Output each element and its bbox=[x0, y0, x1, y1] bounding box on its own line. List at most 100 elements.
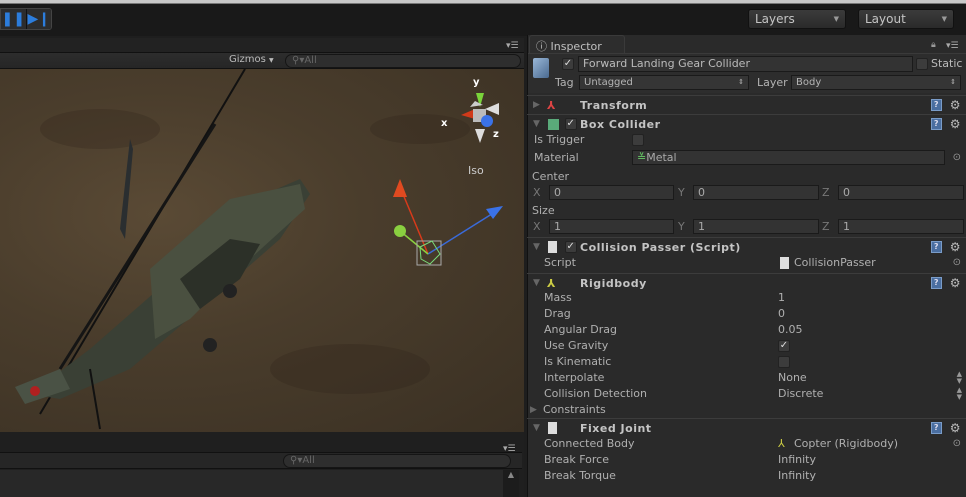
center-vector: X0 Y0 Z0 bbox=[527, 185, 966, 201]
z-label: Z bbox=[822, 186, 830, 199]
layer-dropdown[interactable]: Body ⇕ bbox=[791, 75, 961, 90]
static-label: Static bbox=[931, 57, 963, 70]
layout-label: Layout bbox=[865, 12, 906, 26]
tab-inspector[interactable]: ⓘ Inspector bbox=[529, 35, 625, 53]
collision-detection-dropdown[interactable]: Discrete bbox=[778, 386, 823, 402]
component-box-collider[interactable]: ▼ ✓ Box Collider ? ⚙ bbox=[527, 114, 966, 133]
object-name-input[interactable]: Forward Landing Gear Collider bbox=[578, 56, 913, 72]
x-label: X bbox=[533, 186, 541, 199]
tag-dropdown[interactable]: Untagged ⇕ bbox=[579, 75, 749, 90]
component-transform[interactable]: ▶ ⅄ Transform ? ⚙ bbox=[527, 95, 966, 114]
expand-arrow-icon[interactable]: ▶ bbox=[530, 402, 537, 418]
transform-icon: ⅄ bbox=[547, 99, 556, 112]
is-trigger-checkbox[interactable] bbox=[632, 134, 644, 146]
vertical-scrollbar[interactable]: ▲ bbox=[503, 470, 519, 497]
tab-label: Inspector bbox=[550, 40, 602, 53]
selection-gizmo[interactable] bbox=[393, 179, 503, 266]
playback-controls: ❚❚ ▶❙ bbox=[0, 8, 52, 30]
y-label: Y bbox=[678, 220, 685, 233]
material-value: Metal bbox=[646, 151, 677, 164]
scene-orientation-gizmo[interactable]: y x z bbox=[441, 77, 505, 159]
size-x-input[interactable]: 1 bbox=[549, 219, 674, 234]
constraints-foldout[interactable]: ▶ Constraints bbox=[527, 402, 966, 418]
center-x-input[interactable]: 0 bbox=[549, 185, 674, 200]
script-file-icon bbox=[780, 257, 789, 269]
box-collider-icon bbox=[548, 119, 559, 130]
size-z-input[interactable]: 1 bbox=[838, 219, 964, 234]
is-kinematic-label: Is Kinematic bbox=[544, 355, 612, 368]
active-checkbox[interactable]: ✓ bbox=[562, 58, 574, 70]
spinner-icon[interactable]: ▲ ▼ bbox=[957, 387, 962, 401]
script-value[interactable]: CollisionPasser bbox=[794, 255, 876, 271]
layers-dropdown[interactable]: Layers ▼ bbox=[748, 9, 846, 29]
component-collision-passer[interactable]: ▼ ✓ Collision Passer (Script) ? ⚙ bbox=[527, 237, 966, 256]
center-z-input[interactable]: 0 bbox=[838, 185, 964, 200]
panel-menu-icon[interactable]: ▾☰ bbox=[506, 41, 519, 51]
layout-dropdown[interactable]: Layout ▼ bbox=[858, 9, 954, 29]
y-label: Y bbox=[678, 186, 685, 199]
help-icon[interactable]: ? bbox=[931, 422, 942, 434]
info-icon: ⓘ bbox=[536, 40, 547, 53]
enabled-checkbox[interactable]: ✓ bbox=[565, 241, 577, 253]
lock-icon[interactable]: 🔒︎ bbox=[931, 40, 936, 50]
tag-value: Untagged bbox=[584, 77, 633, 88]
chevron-down-icon: ▼ bbox=[833, 15, 839, 23]
help-icon[interactable]: ? bbox=[931, 99, 942, 111]
is-trigger-label: Is Trigger bbox=[534, 133, 585, 146]
material-field[interactable]: ≚Metal bbox=[632, 150, 945, 165]
component-title: Transform bbox=[580, 99, 648, 112]
object-picker-icon[interactable]: ⊙ bbox=[953, 255, 961, 271]
spinner-icon: ⇕ bbox=[950, 78, 956, 86]
object-header: ✓ Forward Landing Gear Collider Static T… bbox=[528, 53, 966, 93]
layer-value: Body bbox=[796, 77, 822, 88]
object-picker-icon[interactable]: ⊙ bbox=[953, 150, 961, 166]
enabled-checkbox[interactable]: ✓ bbox=[565, 118, 577, 130]
static-checkbox[interactable] bbox=[916, 58, 928, 70]
break-force-input[interactable]: Infinity bbox=[778, 452, 816, 468]
break-force-label: Break Force bbox=[544, 453, 609, 466]
gizmos-dropdown[interactable]: Gizmos ▼ bbox=[229, 54, 274, 65]
gear-icon[interactable]: ⚙ bbox=[950, 96, 961, 115]
chevron-down-icon: ▼ bbox=[941, 15, 947, 23]
step-button[interactable]: ▶❙ bbox=[25, 9, 51, 29]
material-label: Material bbox=[534, 151, 579, 164]
size-y-input[interactable]: 1 bbox=[693, 219, 819, 234]
collision-detection-label: Collision Detection bbox=[544, 387, 648, 400]
component-fixed-joint[interactable]: ▼ Fixed Joint ? ⚙ bbox=[527, 418, 966, 437]
object-picker-icon[interactable]: ⊙ bbox=[953, 436, 961, 452]
x-label: X bbox=[533, 220, 541, 233]
tag-label: Tag bbox=[555, 76, 574, 89]
scene-viewport[interactable]: y x z Iso bbox=[0, 69, 524, 432]
mass-input[interactable]: 1 bbox=[778, 290, 785, 306]
interpolate-label: Interpolate bbox=[544, 371, 605, 384]
is-kinematic-checkbox[interactable] bbox=[778, 356, 790, 368]
help-icon[interactable]: ? bbox=[931, 277, 942, 289]
break-torque-label: Break Torque bbox=[544, 469, 616, 482]
panel-menu-icon[interactable]: ▾☰ bbox=[946, 41, 959, 51]
projection-label[interactable]: Iso bbox=[468, 164, 484, 177]
center-y-input[interactable]: 0 bbox=[693, 185, 819, 200]
angular-drag-input[interactable]: 0.05 bbox=[778, 322, 803, 338]
z-label: Z bbox=[822, 220, 830, 233]
size-vector: X1 Y1 Z1 bbox=[527, 219, 966, 235]
bottom-search-input[interactable]: ⚲▾All bbox=[283, 454, 511, 468]
interpolate-dropdown[interactable]: None bbox=[778, 370, 807, 386]
drag-input[interactable]: 0 bbox=[778, 306, 785, 322]
search-placeholder: All bbox=[302, 455, 315, 466]
bottom-toolbar: ⚲▾All bbox=[0, 452, 522, 469]
angular-drag-label: Angular Drag bbox=[544, 323, 617, 336]
pause-button[interactable]: ❚❚ bbox=[1, 9, 26, 29]
expand-arrow-icon[interactable]: ▶ bbox=[533, 96, 540, 115]
use-gravity-checkbox[interactable]: ✓ bbox=[778, 340, 790, 352]
search-placeholder: All bbox=[304, 55, 317, 66]
help-icon[interactable]: ? bbox=[931, 241, 942, 253]
spinner-icon[interactable]: ▲ ▼ bbox=[957, 371, 962, 385]
mass-label: Mass bbox=[544, 291, 572, 304]
connected-body-field[interactable]: Copter (Rigidbody) bbox=[794, 436, 898, 452]
break-torque-input[interactable]: Infinity bbox=[778, 468, 816, 484]
physic-material-icon: ≚ bbox=[637, 151, 647, 164]
constraints-label: Constraints bbox=[543, 403, 606, 416]
help-icon[interactable]: ? bbox=[931, 118, 942, 130]
scene-search-input[interactable]: ⚲▾All bbox=[285, 54, 521, 68]
axis-z-label: z bbox=[493, 129, 499, 140]
